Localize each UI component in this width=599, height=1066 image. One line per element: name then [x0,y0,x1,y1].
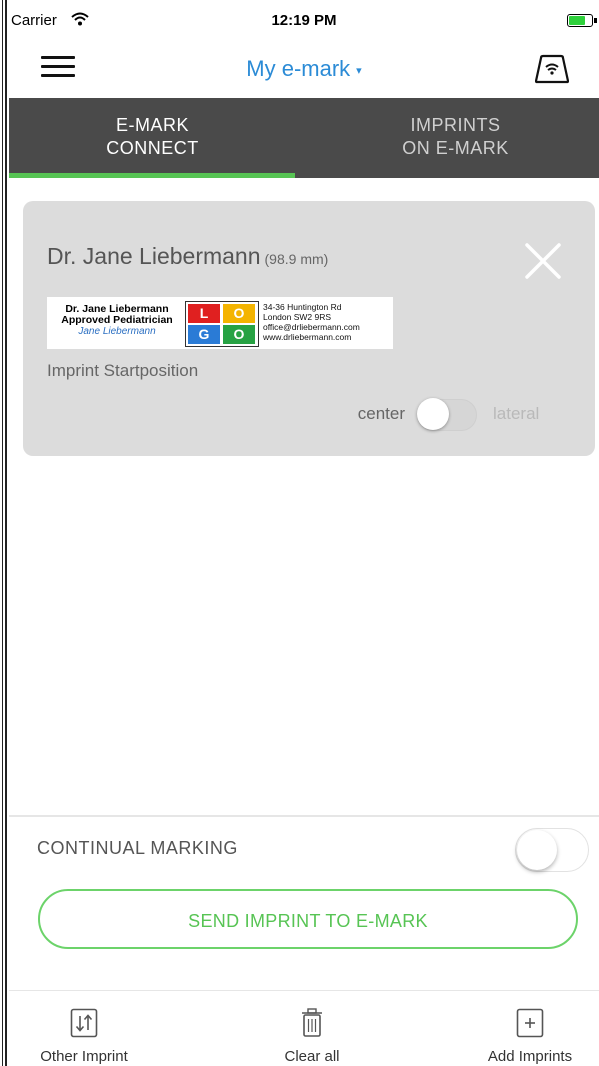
imprint-card[interactable]: Dr. Jane Liebermann (98.9 mm) Dr. Jane Li… [23,201,595,456]
window-edge [0,0,7,1066]
imprint-name: Dr. Jane Liebermann [47,243,261,269]
other-imprint-button[interactable]: Other Imprint [11,1002,157,1066]
add-imprints-button[interactable]: Add Imprints [457,1002,599,1066]
bottom-bar-label: Add Imprints [487,1048,573,1065]
active-tab-indicator [9,173,295,178]
clear-all-button[interactable]: Clear all [237,1002,387,1066]
logo-letter: O [223,304,255,323]
tab-label-line2: CONNECT [106,138,199,158]
clock-time: 12:19 PM [271,12,337,29]
logo-letter: G [188,325,220,344]
close-icon[interactable] [523,241,563,281]
divider [9,990,599,991]
preview-address: 34-36 Huntington Rd London SW2 9RS offic… [263,302,360,342]
chevron-down-icon: ▾ [356,64,362,77]
device-selector-label: My e-mark [246,56,351,81]
emark-device-icon[interactable] [534,54,570,84]
app-screen: Carrier 12:19 PM My e-mark ▾ E-MARK CONN… [9,0,599,1066]
imprint-startposition-label: Imprint Startposition [47,361,199,380]
tab-emark-connect[interactable]: E-MARK CONNECT [9,98,296,178]
switch-knob [417,398,449,430]
address-line: office@drliebermann.com [263,322,360,332]
bottom-bar-label: Clear all [284,1048,340,1065]
bottom-bar-label: Other Imprint [40,1048,128,1065]
tab-label-line1: IMPRINTS [410,115,501,135]
continual-marking-switch[interactable] [515,828,589,872]
preview-role: Approved Pediatrician [61,314,173,326]
toggle-label-center: center [357,404,405,423]
toggle-label-lateral: lateral [493,404,540,423]
imprint-preview: Dr. Jane Liebermann Approved Pediatricia… [47,297,393,349]
tab-imprints-on-emark[interactable]: IMPRINTS ON E-MARK [312,98,599,178]
logo-image: L O G O [185,301,259,347]
trash-icon [301,1008,323,1042]
tab-label-line1: E-MARK [115,115,189,135]
device-selector[interactable]: My e-mark ▾ [9,56,599,82]
startposition-switch[interactable] [417,397,477,431]
imprint-size: (98.9 mm) [264,251,329,267]
logo-letter: L [188,304,220,323]
address-line: 34-36 Huntington Rd [263,302,342,312]
switch-knob [517,830,557,870]
preview-signature: Jane Liebermann [78,326,156,337]
continual-marking-label: CONTINUAL MARKING [37,838,238,858]
send-imprint-button[interactable]: SEND IMPRINT TO E-MARK [38,889,578,949]
divider [9,815,599,817]
address-line: London SW2 9RS [263,312,332,322]
battery-icon [567,14,597,27]
address-line: www.drliebermann.com [263,332,352,342]
tab-bar: E-MARK CONNECT IMPRINTS ON E-MARK [9,98,599,178]
navigation-bar: My e-mark ▾ [9,42,599,98]
startposition-toggle-row: center lateral [331,397,571,431]
add-square-icon [516,1008,544,1042]
preview-text-block: Dr. Jane Liebermann Approved Pediatricia… [51,304,183,338]
imprint-title: Dr. Jane Liebermann (98.9 mm) [47,243,328,270]
status-bar: Carrier 12:19 PM [9,0,599,42]
logo-letter: O [223,325,255,344]
tab-label-line2: ON E-MARK [402,138,509,158]
swap-vertical-icon [70,1008,98,1042]
